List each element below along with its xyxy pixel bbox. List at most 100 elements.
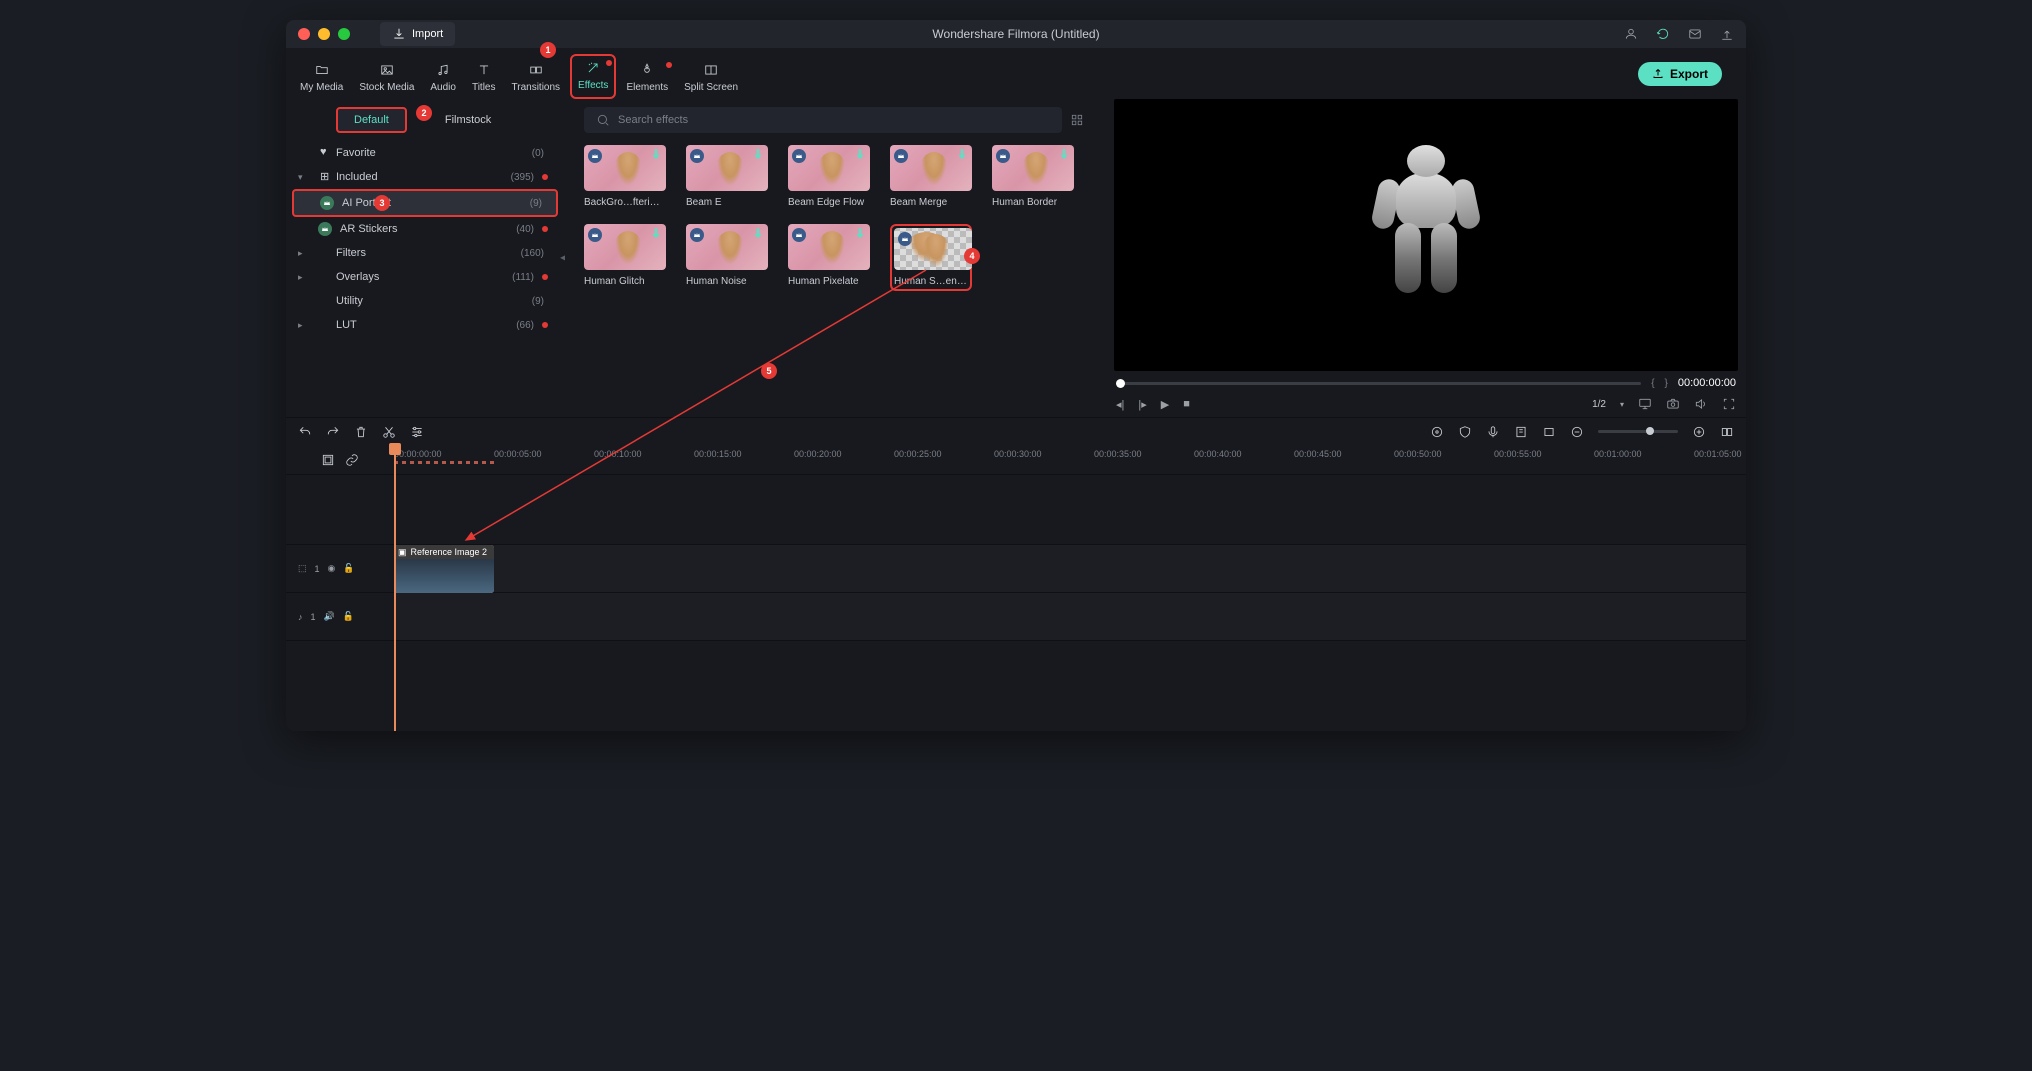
zoom-ratio[interactable]: 1/2: [1592, 399, 1606, 410]
audio-icon: [434, 62, 452, 78]
tab-audio[interactable]: Audio: [424, 58, 462, 99]
refresh-icon[interactable]: [1656, 27, 1670, 41]
maximize-window[interactable]: [338, 28, 350, 40]
download-icon: [752, 228, 764, 240]
zoom-slider[interactable]: [1598, 430, 1678, 433]
fit-icon[interactable]: [1720, 425, 1734, 439]
playhead-head[interactable]: [389, 443, 401, 455]
search-input[interactable]: Search effects: [584, 107, 1062, 133]
fullscreen-icon[interactable]: [1722, 397, 1736, 411]
playhead[interactable]: [394, 445, 396, 731]
play-button[interactable]: ▶: [1161, 398, 1169, 411]
audio-track[interactable]: ♪ 1 🔊 🔓: [286, 593, 1746, 641]
minimize-window[interactable]: [318, 28, 330, 40]
crown-icon: [588, 228, 602, 242]
download-icon: [650, 149, 662, 161]
effect-human-glitch[interactable]: Human Glitch: [584, 224, 666, 291]
sidebar-item-lut[interactable]: ▸ LUT (66): [292, 313, 558, 337]
export-button[interactable]: Export: [1638, 62, 1722, 86]
crop-icon[interactable]: [1542, 425, 1556, 439]
chevron-down-icon[interactable]: ▾: [1620, 400, 1624, 409]
delete-icon[interactable]: [354, 425, 368, 439]
marker-icon[interactable]: [1514, 425, 1528, 439]
link-icon[interactable]: [345, 453, 359, 467]
sidebar-tab-default[interactable]: Default: [336, 107, 407, 133]
sidebar-list: ♥ Favorite (0) ▾ ⊞ Included (395) AI Por…: [286, 141, 564, 337]
annotation-3: 3: [374, 195, 390, 211]
lock-icon[interactable]: 🔓: [343, 611, 354, 622]
stop-button[interactable]: ■: [1183, 398, 1190, 410]
volume-icon[interactable]: [1694, 397, 1708, 411]
track-type-icon: ⬚: [298, 563, 307, 574]
main-content-row: Default 2 Filmstock ♥ Favorite (0) ▾ ⊞ I…: [286, 99, 1746, 417]
in-marker[interactable]: {: [1651, 378, 1654, 389]
visibility-icon[interactable]: ◉: [328, 563, 336, 574]
tab-elements[interactable]: Elements: [620, 58, 674, 99]
effect-human-segmentation[interactable]: Human S…entation 4: [890, 224, 972, 291]
effect-beam-edge-flow[interactable]: Beam Edge Flow: [788, 145, 870, 208]
timeline-ruler[interactable]: 00:00:00:00 00:00:05:00 00:00:10:00 00:0…: [394, 445, 1746, 474]
tab-stock-media[interactable]: Stock Media: [353, 58, 420, 99]
upload-icon[interactable]: [1720, 27, 1734, 41]
main-tab-bar: My Media Stock Media Audio Titles Transi…: [286, 48, 1746, 99]
shield-icon[interactable]: [1458, 425, 1472, 439]
redo-icon[interactable]: [326, 425, 340, 439]
empty-area: [286, 475, 1746, 545]
mixer-icon[interactable]: [1430, 425, 1444, 439]
effect-beam-e[interactable]: Beam E: [686, 145, 768, 208]
tab-titles[interactable]: Titles: [466, 58, 502, 99]
download-icon: [1058, 149, 1070, 161]
mute-icon[interactable]: 🔊: [324, 611, 335, 622]
cut-icon[interactable]: [382, 425, 396, 439]
video-track[interactable]: ⬚ 1 ◉ 🔓 ▣ Reference Image 2: [286, 545, 1746, 593]
effect-background-afterimage[interactable]: BackGro…fterimage: [584, 145, 666, 208]
preview-viewport[interactable]: [1114, 99, 1738, 371]
sidebar-tab-filmstock[interactable]: Filmstock: [429, 109, 507, 131]
annotation-4: 4: [964, 248, 980, 264]
sidebar-item-ai-portrait[interactable]: AI Portrait (9) 3: [292, 189, 558, 217]
step-back-button[interactable]: |▸: [1138, 398, 1146, 411]
zoom-thumb[interactable]: [1646, 427, 1654, 435]
chevron-down-icon: ▾: [298, 172, 303, 183]
timeline-view-icon[interactable]: [321, 453, 335, 467]
effect-beam-merge[interactable]: Beam Merge: [890, 145, 972, 208]
mail-icon[interactable]: [1688, 27, 1702, 41]
lock-icon[interactable]: 🔓: [343, 563, 354, 574]
effect-human-border[interactable]: Human Border: [992, 145, 1074, 208]
zoom-out-icon[interactable]: [1570, 425, 1584, 439]
crown-icon: [996, 149, 1010, 163]
close-window[interactable]: [298, 28, 310, 40]
tab-effects[interactable]: Effects: [570, 54, 616, 99]
crown-icon: [588, 149, 602, 163]
monitor-icon[interactable]: [1638, 397, 1652, 411]
camera-icon[interactable]: [1666, 397, 1680, 411]
prev-frame-button[interactable]: ◂|: [1116, 398, 1124, 411]
import-button[interactable]: Import: [380, 22, 455, 46]
view-grid-icon[interactable]: [1070, 113, 1084, 127]
preview-content: [1371, 145, 1481, 325]
settings-icon[interactable]: [410, 425, 424, 439]
sidebar-item-ar-stickers[interactable]: AR Stickers (40): [292, 217, 558, 241]
effect-human-noise[interactable]: Human Noise: [686, 224, 768, 291]
out-marker[interactable]: }: [1665, 378, 1668, 389]
scrub-thumb[interactable]: [1116, 379, 1125, 388]
zoom-in-icon[interactable]: [1692, 425, 1706, 439]
video-clip[interactable]: ▣ Reference Image 2: [394, 545, 494, 593]
traffic-lights: [298, 28, 350, 40]
badge-dot: [606, 60, 612, 66]
scrubber[interactable]: [1116, 382, 1641, 385]
download-icon: [956, 149, 968, 161]
undo-icon[interactable]: [298, 425, 312, 439]
effect-human-pixelate[interactable]: Human Pixelate: [788, 224, 870, 291]
tab-split-screen[interactable]: Split Screen: [678, 58, 744, 99]
sidebar-item-utility[interactable]: Utility (9): [292, 289, 558, 313]
track-number: 1: [311, 612, 316, 622]
sidebar-item-overlays[interactable]: ▸ Overlays (111): [292, 265, 558, 289]
sidebar-item-included[interactable]: ▾ ⊞ Included (395): [292, 165, 558, 189]
mic-icon[interactable]: [1486, 425, 1500, 439]
user-icon[interactable]: [1624, 27, 1638, 41]
tab-my-media[interactable]: My Media: [294, 58, 349, 99]
sidebar-item-favorite[interactable]: ♥ Favorite (0): [292, 141, 558, 165]
tab-transitions[interactable]: Transitions: [506, 58, 567, 99]
sidebar-item-filters[interactable]: ▸ Filters (160): [292, 241, 558, 265]
